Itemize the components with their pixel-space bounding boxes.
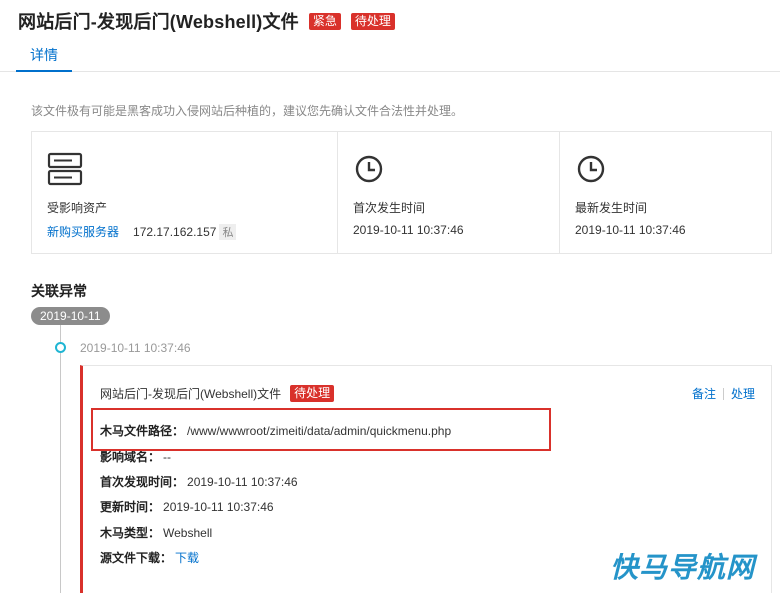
info-panel: 受影响资产 新购买服务器 172.17.162.157 私 首次发生时间 2019-… <box>31 131 772 254</box>
page-title: 网站后门-发现后门(Webshell)文件 <box>18 12 299 32</box>
first-time-cell: 首次发生时间 2019-10-11 10:37:46 <box>337 132 559 253</box>
action-divider <box>722 387 724 400</box>
card-status-badge: 待处理 <box>290 385 335 402</box>
detail-first-found: 首次发现时间： 2019-10-11 10:37:46 <box>100 473 298 490</box>
clock-icon <box>355 155 383 183</box>
urgent-badge: 紧急 <box>308 12 341 30</box>
timeline-dot <box>55 342 66 353</box>
latest-time-cell: 最新发生时间 2019-10-11 10:37:46 <box>559 132 771 253</box>
page-header: 网站后门-发现后门(Webshell)文件 紧急 待处理 <box>18 8 395 34</box>
affected-asset-cell: 受影响资产 新购买服务器 172.17.162.157 私 <box>32 132 337 253</box>
note-button[interactable]: 备注 <box>692 385 716 402</box>
related-section-title: 关联异常 <box>31 283 87 299</box>
tab-details[interactable]: 详情 <box>16 36 72 72</box>
detail-label: 首次发现时间： <box>100 475 185 489</box>
highlight-box <box>91 408 551 451</box>
asset-value: 新购买服务器 172.17.162.157 私 <box>47 223 237 240</box>
card-title: 网站后门-发现后门(Webshell)文件 待处理 <box>100 385 335 402</box>
watermark: 快马导航网 <box>609 552 755 583</box>
detail-label: 木马类型： <box>100 526 161 540</box>
clock-icon <box>577 155 605 183</box>
detail-value: Webshell <box>163 526 213 540</box>
detail-value: 2019-10-11 10:37:46 <box>187 475 298 489</box>
latest-time-value: 2019-10-11 10:37:46 <box>575 223 686 237</box>
detail-value: -- <box>163 450 172 464</box>
detail-trojan-type: 木马类型： Webshell <box>100 524 212 541</box>
latest-time-label: 最新发生时间 <box>575 201 648 215</box>
detail-source-download: 源文件下载： 下载 <box>100 549 199 566</box>
detail-update-time: 更新时间： 2019-10-11 10:37:46 <box>100 498 274 515</box>
status-badge: 待处理 <box>350 12 395 30</box>
detail-label: 更新时间： <box>100 500 161 514</box>
asset-label: 受影响资产 <box>47 201 108 215</box>
detail-value: 2019-10-11 10:37:46 <box>163 500 274 514</box>
notice-text: 该文件极有可能是黑客成功入侵网站后种植的，建议您先确认文件合法性并处理。 <box>31 104 464 118</box>
date-pill: 2019-10-11 <box>31 307 110 325</box>
timeline-time: 2019-10-11 10:37:46 <box>80 341 191 355</box>
server-icon <box>47 152 83 186</box>
first-time-value: 2019-10-11 10:37:46 <box>353 223 464 237</box>
detail-label: 影响域名： <box>100 450 161 464</box>
card-title-text: 网站后门-发现后门(Webshell)文件 <box>100 387 282 401</box>
timeline-line <box>60 325 61 593</box>
detail-label: 源文件下载： <box>100 551 173 565</box>
tab-bar: 详情 <box>0 36 780 72</box>
card-actions: 备注 处理 <box>692 385 755 402</box>
private-ip-tag: 私 <box>219 224 237 240</box>
download-link[interactable]: 下载 <box>175 551 199 565</box>
asset-ip: 172.17.162.157 <box>133 225 217 239</box>
asset-link[interactable]: 新购买服务器 <box>47 225 119 239</box>
handle-button[interactable]: 处理 <box>731 385 755 402</box>
first-time-label: 首次发生时间 <box>353 201 426 215</box>
